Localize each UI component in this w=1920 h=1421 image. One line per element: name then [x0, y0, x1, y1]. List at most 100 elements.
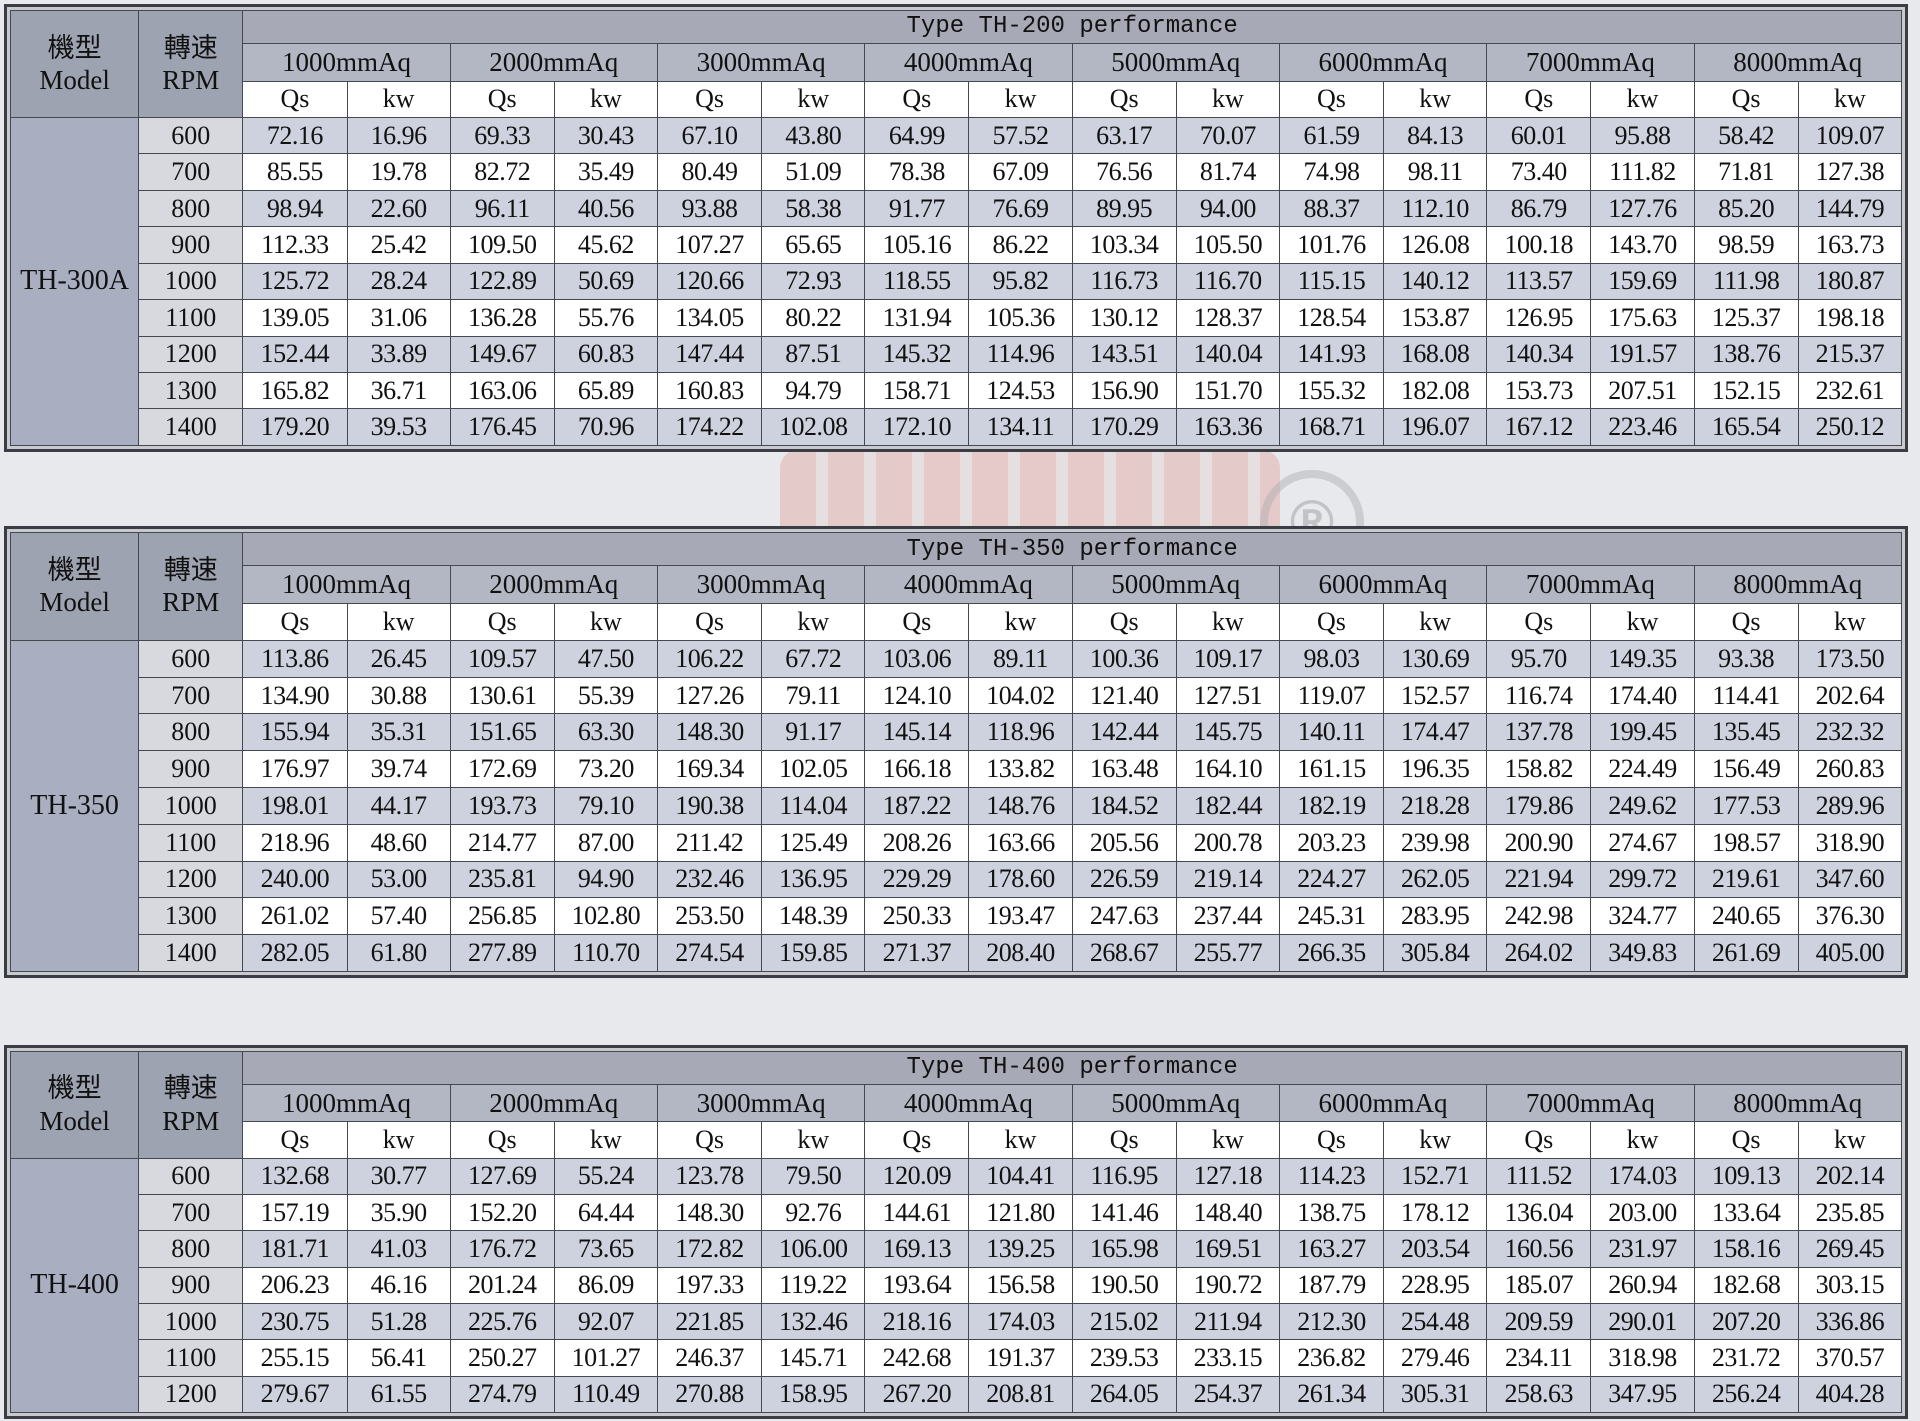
kw-value: 95.88 [1590, 116, 1695, 155]
qs-value: 85.55 [242, 153, 348, 191]
kw-value: 190.72 [1175, 1266, 1280, 1304]
table-row: 800 155.94 35.31 151.65 63.30 148.30 91.17 145.… [11, 713, 1903, 752]
kw-value: 163.73 [1797, 226, 1903, 264]
kw-value: 324.77 [1590, 897, 1695, 936]
kw-value: 218.28 [1383, 787, 1488, 825]
kw-value: 127.76 [1590, 189, 1695, 228]
qs-value: 120.66 [656, 262, 763, 301]
table-row: 900 112.33 25.42 109.50 45.62 107.27 65.65 105.… [11, 226, 1903, 264]
rpm-header-en: RPM [162, 64, 220, 95]
qs-value: 112.33 [242, 226, 348, 264]
kw-value: 111.82 [1590, 153, 1695, 191]
qs-value: 120.09 [864, 1157, 970, 1195]
pressure-header: 6000mmAq [1278, 565, 1488, 605]
kw-header: kw [968, 1121, 1073, 1159]
qs-header: Qs [1071, 80, 1177, 118]
kw-value: 86.22 [968, 226, 1073, 264]
qs-value: 161.15 [1278, 750, 1385, 788]
rpm-cell: 600 [138, 639, 244, 678]
kw-value: 126.08 [1383, 226, 1488, 264]
qs-value: 149.67 [449, 335, 555, 374]
kw-value: 51.28 [346, 1302, 451, 1341]
qs-value: 160.83 [656, 372, 763, 410]
kw-value: 349.83 [1590, 934, 1695, 972]
qs-value: 239.53 [1071, 1339, 1177, 1377]
pressure-header: 1000mmAq [242, 42, 451, 82]
kw-header: kw [968, 603, 1073, 641]
qs-header: Qs [864, 603, 970, 641]
qs-value: 115.15 [1278, 262, 1385, 301]
kw-value: 168.08 [1383, 335, 1488, 374]
qs-value: 229.29 [864, 860, 970, 899]
qs-header: Qs [656, 80, 763, 118]
kw-value: 182.44 [1175, 787, 1280, 825]
qs-value: 82.72 [449, 153, 555, 191]
kw-value: 178.12 [1383, 1193, 1488, 1232]
table-row: TH-350 600 113.86 26.45 109.57 47.50 106.22 67.… [9, 639, 1903, 973]
kw-value: 101.27 [553, 1339, 658, 1377]
qs-value: 270.88 [656, 1375, 763, 1414]
qs-value: 242.68 [864, 1339, 970, 1377]
table-row: 700 85.55 19.78 82.72 35.49 80.49 51.09 78.38 67… [11, 153, 1903, 191]
qs-value: 136.28 [449, 299, 555, 337]
kw-value: 237.44 [1175, 897, 1280, 936]
kw-value: 53.00 [346, 860, 451, 899]
kw-value: 260.83 [1797, 750, 1903, 788]
kw-header: kw [1590, 603, 1695, 641]
kw-value: 118.96 [968, 713, 1073, 752]
kw-value: 174.03 [968, 1302, 1073, 1341]
qs-value: 71.81 [1693, 153, 1799, 191]
kw-value: 233.15 [1175, 1339, 1280, 1377]
kw-value: 149.35 [1590, 639, 1695, 678]
qs-value: 73.40 [1486, 153, 1592, 191]
qs-value: 166.18 [864, 750, 970, 788]
kw-value: 70.07 [1175, 116, 1280, 155]
kw-value: 102.08 [761, 408, 866, 446]
kw-value: 67.09 [968, 153, 1073, 191]
kw-value: 303.15 [1797, 1266, 1903, 1304]
rpm-cell: 600 [138, 116, 244, 155]
qs-value: 74.98 [1278, 153, 1385, 191]
qs-header: Qs [449, 603, 555, 641]
kw-value: 163.36 [1175, 408, 1280, 446]
kw-value: 405.00 [1797, 934, 1903, 972]
qs-value: 242.98 [1486, 897, 1592, 936]
kw-value: 31.06 [346, 299, 451, 337]
rpm-header-cn: 轉速 [163, 1073, 218, 1104]
qs-value: 134.05 [656, 299, 763, 337]
kw-value: 336.86 [1797, 1302, 1903, 1341]
kw-value: 305.84 [1383, 934, 1488, 972]
qs-value: 140.34 [1486, 335, 1592, 374]
table-row: 900 206.23 46.16 201.24 86.09 197.33 119.22 193… [11, 1266, 1903, 1304]
qs-value: 271.37 [864, 934, 970, 972]
table-row: 700 157.19 35.90 152.20 64.44 148.30 92.76 144.… [11, 1193, 1903, 1232]
qs-value: 107.27 [656, 226, 763, 264]
kw-value: 174.40 [1590, 676, 1695, 715]
kw-value: 39.74 [346, 750, 451, 788]
kw-value: 116.70 [1175, 262, 1280, 301]
qs-value: 61.59 [1278, 116, 1385, 155]
kw-header: kw [1175, 80, 1280, 118]
kw-value: 30.77 [346, 1157, 451, 1195]
rpm-cell: 900 [138, 750, 244, 788]
qs-value: 145.14 [864, 713, 970, 752]
qs-value: 174.22 [656, 408, 763, 446]
qs-value: 219.61 [1693, 860, 1799, 899]
qs-value: 163.27 [1278, 1230, 1385, 1268]
model-header: 機型 Model [9, 1051, 140, 1159]
kw-header: kw [1383, 1121, 1488, 1159]
kw-value: 112.10 [1383, 189, 1488, 228]
qs-value: 274.79 [449, 1375, 555, 1414]
qs-value: 255.15 [242, 1339, 348, 1377]
qs-value: 193.73 [449, 787, 555, 825]
qs-value: 250.33 [864, 897, 970, 936]
kw-value: 199.45 [1590, 713, 1695, 752]
qs-value: 177.53 [1693, 787, 1799, 825]
qs-value: 179.20 [242, 408, 348, 446]
kw-value: 148.76 [968, 787, 1073, 825]
rpm-cell: 900 [138, 1266, 244, 1304]
table-row: 1300 165.82 36.71 163.06 65.89 160.83 94.79 158… [11, 372, 1903, 410]
qs-value: 133.64 [1693, 1193, 1799, 1232]
kw-value: 305.31 [1383, 1375, 1488, 1414]
kw-value: 67.72 [761, 639, 866, 678]
